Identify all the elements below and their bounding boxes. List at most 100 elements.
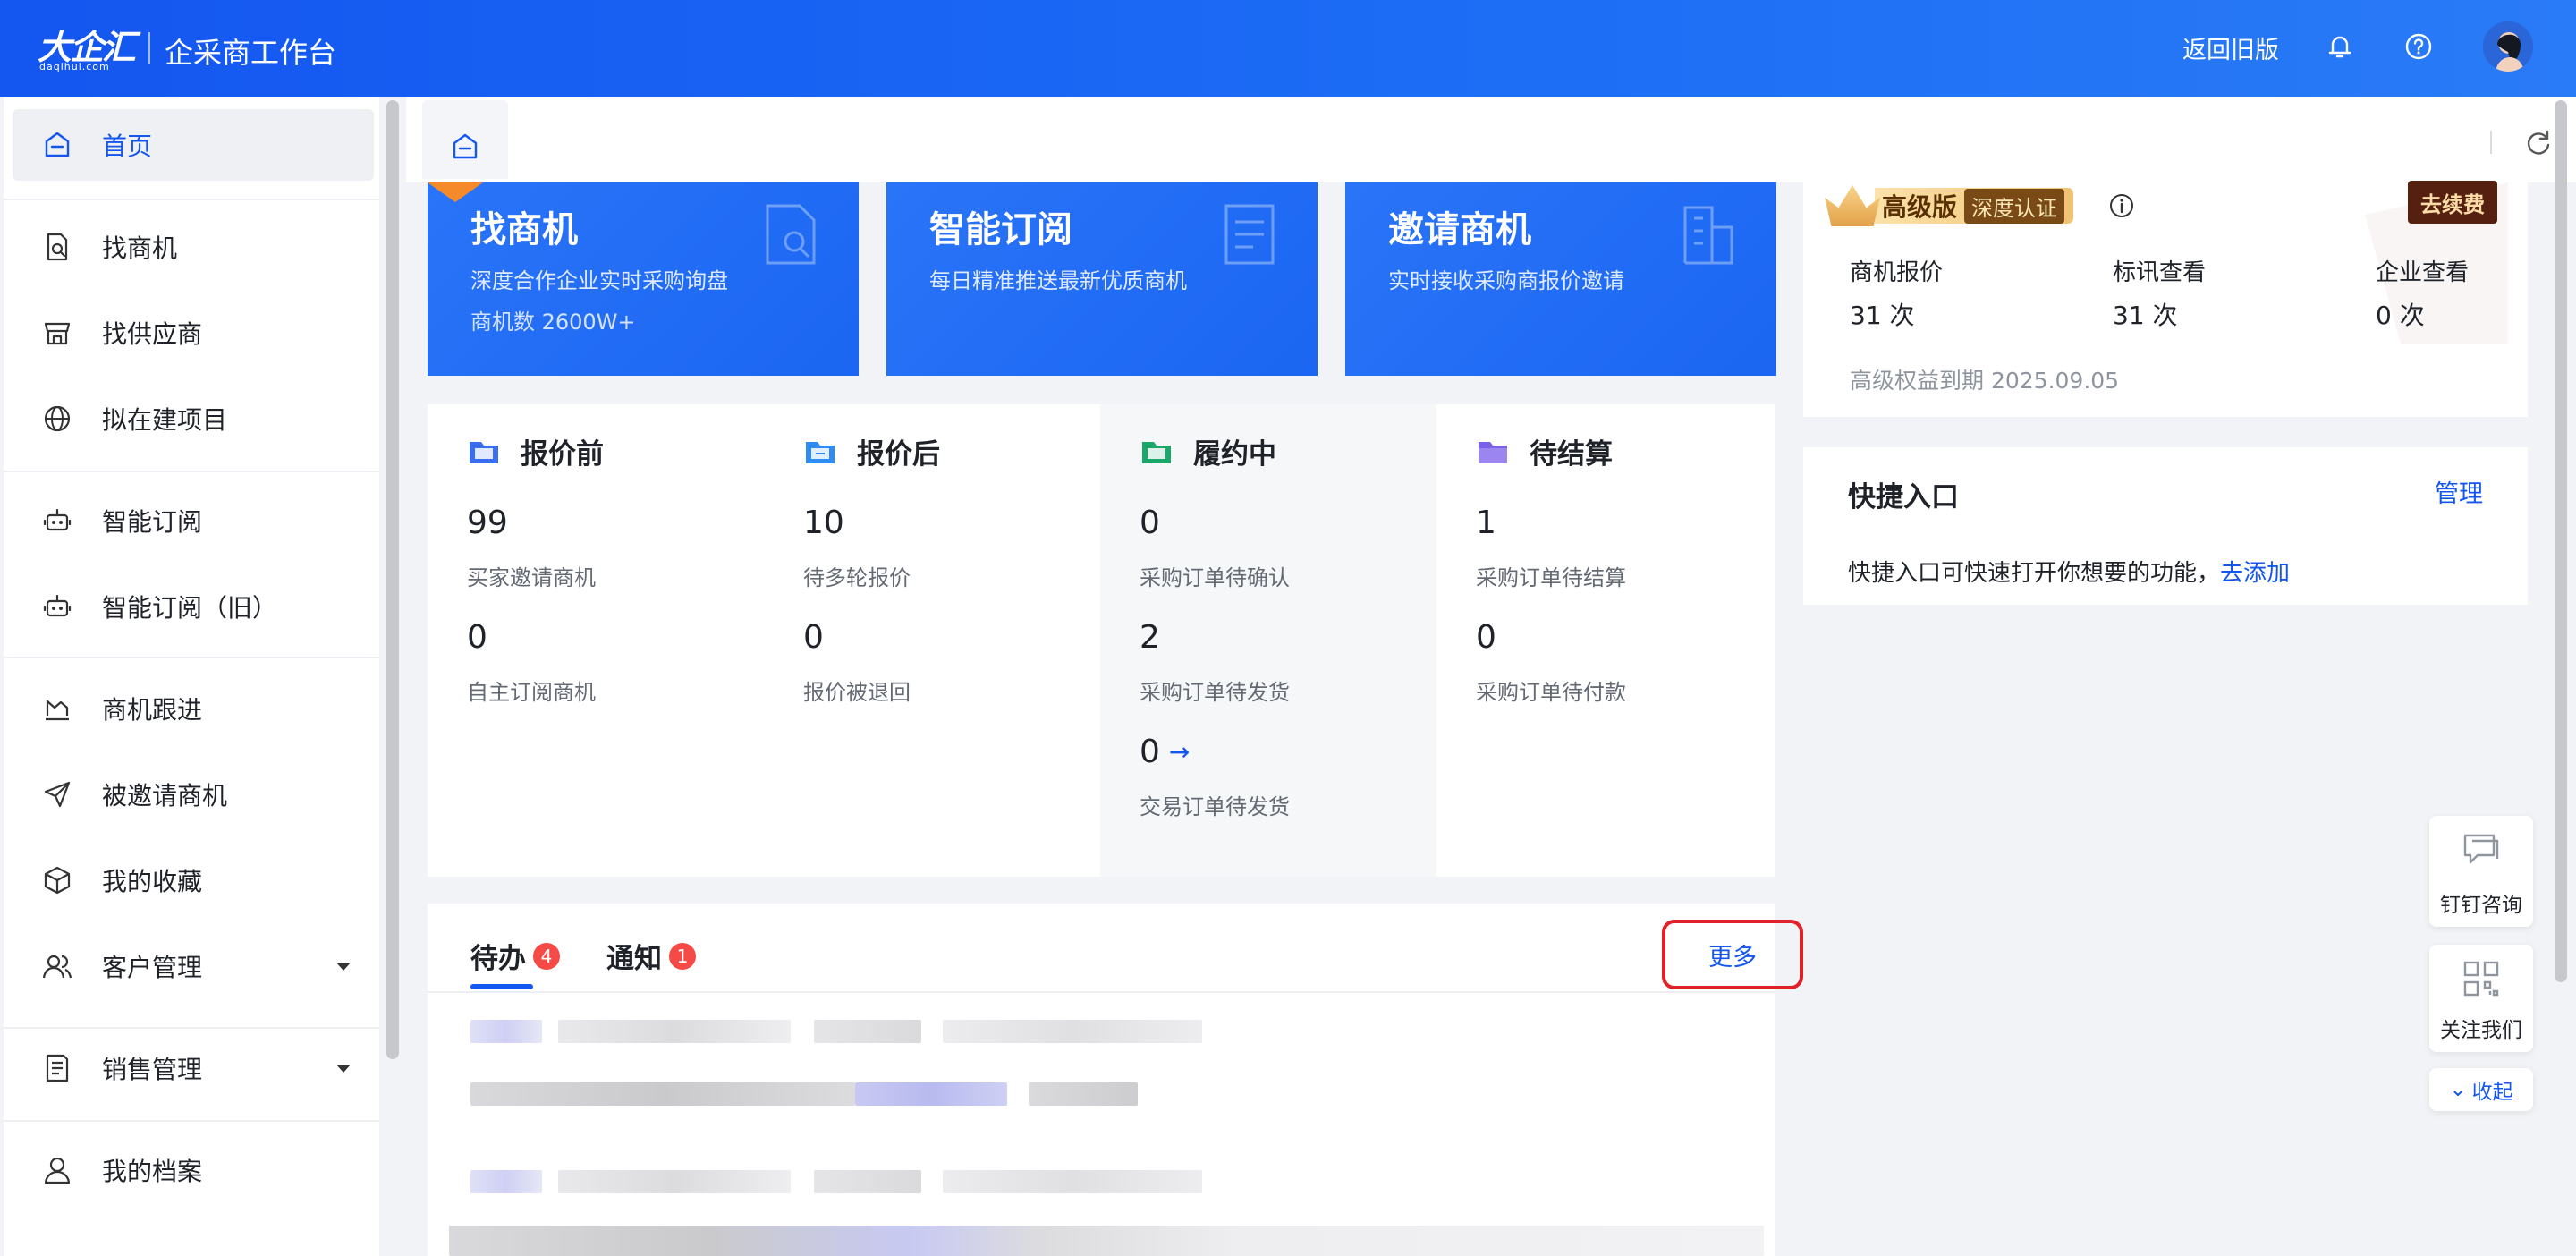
sidebar: 首页 找商机 找供应商 拟在建项目 智能订阅 智能订阅（旧） 商机跟进 被邀请商… <box>4 97 379 1256</box>
sidebar-item-smart-subscription-old[interactable]: 智能订阅（旧） <box>13 571 374 642</box>
stat-value[interactable]: 0 <box>803 619 824 656</box>
renew-button[interactable]: 去续费 <box>2408 181 2497 224</box>
stat-label: 采购订单待发货 <box>1140 680 1290 705</box>
quota-value: 0 次 <box>2376 301 2425 330</box>
sidebar-item-opportunity-follow-up[interactable]: 商机跟进 <box>13 673 374 744</box>
stat-value-link[interactable]: 0 → <box>1140 734 1190 770</box>
crown-icon <box>1825 185 1880 226</box>
info-icon[interactable] <box>2107 191 2136 220</box>
refresh-icon[interactable] <box>2522 127 2553 157</box>
banner-desc: 深度合作企业实时采购询盘 <box>470 268 728 293</box>
stat-value[interactable]: 0 <box>467 619 487 656</box>
back-to-old-version-link[interactable]: 返回旧版 <box>2182 30 2279 65</box>
tab-notice[interactable]: 通知 1 <box>606 936 696 976</box>
dingtalk-consult-button[interactable]: 钉钉咨询 <box>2429 816 2533 927</box>
top-header: 大企汇 daqihui.com 企采商工作台 返回旧版 <box>0 0 2576 97</box>
sidebar-item-label: 商机跟进 <box>102 695 203 725</box>
todo-divider <box>428 991 1775 993</box>
user-avatar[interactable] <box>2483 21 2533 72</box>
stat-value[interactable]: 0 <box>1140 505 1160 541</box>
sidebar-item-find-supplier[interactable]: 找供应商 <box>13 297 374 369</box>
quota-value: 31 次 <box>1850 301 1915 330</box>
globe-icon <box>44 405 71 432</box>
sidebar-item-label: 智能订阅（旧） <box>102 593 278 623</box>
stat-header: 报价后 <box>803 431 940 471</box>
stat-value[interactable]: 0 <box>1476 619 1496 656</box>
vip-panel: 高级版 深度认证 去续费 商机报价 31 次 标讯查看 31 次 企业查看 0 … <box>1803 181 2528 417</box>
quick-entry-add-link[interactable]: 去添加 <box>2220 560 2290 587</box>
sidebar-item-customer-management[interactable]: 客户管理 <box>13 930 374 1002</box>
send-icon <box>44 781 71 808</box>
tab-todo[interactable]: 待办 4 <box>470 936 560 976</box>
sidebar-item-label: 找供应商 <box>102 319 203 349</box>
banner-smart-subscription[interactable]: 智能订阅 每日精准推送最新优质商机 <box>886 182 1318 376</box>
sidebar-item-invited-opportunity[interactable]: 被邀请商机 <box>13 759 374 830</box>
more-button[interactable]: 更多 <box>1662 920 1803 989</box>
stat-column-before-quote: 报价前 99 买家邀请商机 0 自主订阅商机 <box>428 404 764 877</box>
stat-label: 采购订单待结算 <box>1476 565 1626 590</box>
chevron-down-icon: ⌄ <box>2449 1078 2467 1101</box>
quota-label: 商机报价 <box>1850 259 1944 286</box>
folder-icon <box>806 441 835 463</box>
stat-value[interactable]: 1 <box>1476 505 1496 541</box>
main-scrollbar[interactable] <box>2555 100 2567 982</box>
stat-value[interactable]: 99 <box>467 505 508 541</box>
building-icon <box>1683 206 1733 265</box>
stat-column-pending-settlement: 待结算 1 采购订单待结算 0 采购订单待付款 <box>1436 404 1773 877</box>
quota-label: 标讯查看 <box>2113 259 2207 286</box>
count-badge: 1 <box>669 942 696 970</box>
vip-certification-tag: 深度认证 <box>1964 188 2065 224</box>
active-tab-indicator <box>470 984 533 989</box>
todo-panel: 待办 4 通知 1 更多 <box>428 904 1803 1256</box>
follow-us-button[interactable]: 关注我们 <box>2429 945 2533 1052</box>
collapse-button[interactable]: ⌄ 收起 <box>2429 1068 2533 1111</box>
tab-label: 通知 <box>606 943 662 975</box>
stat-label: 交易订单待发货 <box>1140 794 1290 819</box>
quota-label: 企业查看 <box>2376 259 2470 286</box>
sidebar-item-label: 找商机 <box>102 233 178 263</box>
banner-title: 智能订阅 <box>929 209 1072 250</box>
chevron-down-icon <box>336 963 351 971</box>
stat-title: 报价后 <box>857 438 940 471</box>
stat-label: 自主订阅商机 <box>467 680 596 705</box>
help-icon[interactable] <box>2401 29 2436 64</box>
stat-label: 待多轮报价 <box>803 565 911 590</box>
banner-desc: 每日精准推送最新优质商机 <box>929 268 1187 293</box>
sidebar-item-label: 我的收藏 <box>102 867 203 896</box>
folder-icon <box>1142 441 1171 463</box>
sidebar-item-planned-projects[interactable]: 拟在建项目 <box>13 383 374 454</box>
stat-label: 报价被退回 <box>803 680 911 705</box>
sidebar-item-my-profile[interactable]: 我的档案 <box>13 1134 374 1206</box>
banner-find-opportunity[interactable]: 找商机 深度合作企业实时采购询盘 商机数 2600W+ <box>428 182 859 376</box>
sidebar-scrollbar[interactable] <box>386 100 399 1059</box>
sidebar-item-find-opportunity[interactable]: 找商机 <box>13 211 374 283</box>
quick-entry-panel: 快捷入口 管理 快捷入口可快速打开你想要的功能，去添加 <box>1803 447 2528 605</box>
robot-icon <box>43 508 72 531</box>
quota-company-view: 企业查看 0 次 <box>2376 254 2469 332</box>
app-title: 企采商工作台 <box>165 36 337 70</box>
stat-value[interactable]: 10 <box>803 505 844 541</box>
sidebar-divider <box>4 1120 379 1122</box>
banner-invite-opportunity[interactable]: 邀请商机 实时接收采购商报价邀请 <box>1345 182 1776 376</box>
doc-search-icon <box>47 233 68 261</box>
sidebar-item-my-favorites[interactable]: 我的收藏 <box>13 844 374 916</box>
brand-logo[interactable]: 大企汇 daqihui.com <box>38 20 136 75</box>
tab-label: 待办 <box>470 943 526 975</box>
float-label: 关注我们 <box>2440 1019 2522 1042</box>
sidebar-item-home[interactable]: 首页 <box>13 109 374 181</box>
sidebar-item-sales-management[interactable]: 销售管理 <box>13 1032 374 1104</box>
document-icon <box>1224 204 1275 265</box>
chart-icon <box>46 700 69 721</box>
banner-count: 商机数 2600W+ <box>470 310 636 335</box>
chat-icon <box>2463 834 2499 864</box>
tab-bar <box>406 97 2576 182</box>
sidebar-item-smart-subscription[interactable]: 智能订阅 <box>13 485 374 556</box>
chevron-down-icon <box>336 1065 351 1073</box>
stat-column-after-quote: 报价后 10 待多轮报价 0 报价被退回 <box>764 404 1100 877</box>
bell-icon[interactable] <box>2322 29 2358 64</box>
stat-value[interactable]: 2 <box>1140 619 1160 656</box>
stats-panel: 报价前 99 买家邀请商机 0 自主订阅商机 报价后 10 待多轮报价 0 报价… <box>428 404 1775 877</box>
home-icon <box>45 132 70 157</box>
tab-home[interactable] <box>422 100 508 179</box>
quick-entry-manage-link[interactable]: 管理 <box>2435 474 2483 509</box>
